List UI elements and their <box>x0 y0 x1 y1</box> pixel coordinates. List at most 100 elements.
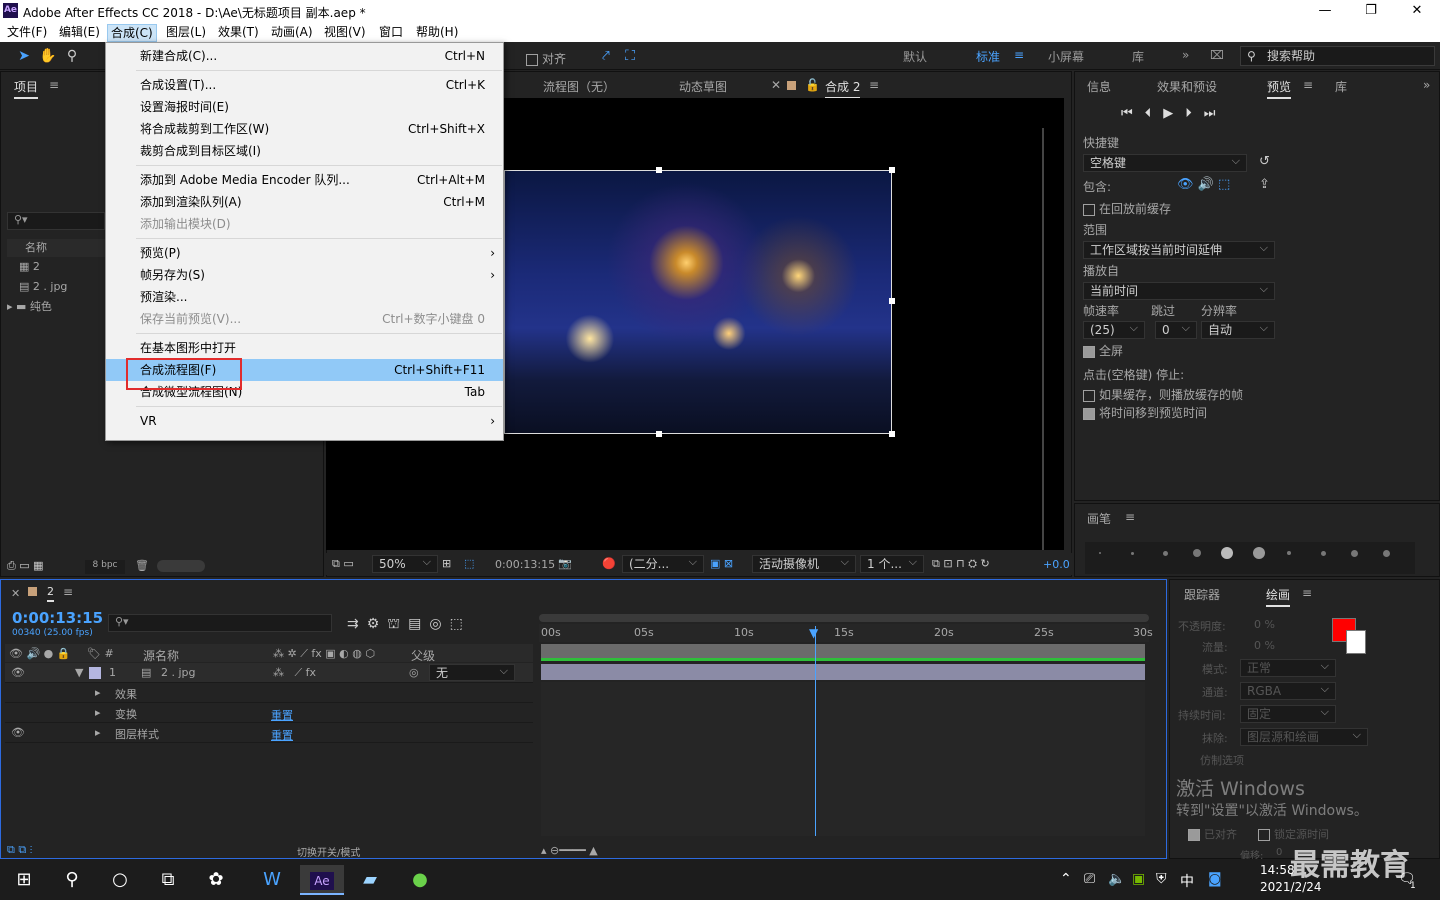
project-col-name[interactable]: 名称 <box>7 239 105 257</box>
col-parent[interactable]: 父级 <box>411 647 435 664</box>
menu-item[interactable]: 设置海报时间(E) <box>106 96 503 118</box>
reset-link[interactable]: 重置 <box>271 707 293 723</box>
notepad-icon[interactable]: ▰ <box>350 865 390 895</box>
bpc-button[interactable]: 8 bpc <box>85 560 125 574</box>
toggle-switches-modes[interactable]: 切换开关/模式 <box>297 844 360 859</box>
brush-tip[interactable] <box>1193 549 1201 557</box>
ime-indicator[interactable]: 中 <box>1180 871 1194 891</box>
expand-icon[interactable]: ▸ <box>95 706 101 719</box>
thumbnail-slider[interactable] <box>157 560 205 572</box>
menu-item[interactable]: 合成设置(T)... Ctrl+K <box>106 74 503 96</box>
layer-search-input[interactable]: ⚲▾ <box>108 614 332 632</box>
more-panels-icon[interactable]: » <box>1423 78 1430 92</box>
menu-item[interactable]: 添加到 Adobe Media Encoder 队列... Ctrl+Alt+M <box>106 169 503 191</box>
brush-menu-icon[interactable]: ≡ <box>1125 510 1135 524</box>
interpret-footage-icon[interactable]: ⎙ ▭ ▦ <box>7 559 44 573</box>
skip-select[interactable]: 0 <box>1155 320 1197 339</box>
more-workspaces-icon[interactable]: » <box>1182 48 1189 62</box>
work-area-bar[interactable] <box>541 644 1145 658</box>
workspace-default[interactable]: 默认 <box>903 48 927 65</box>
views-select[interactable]: 1 个... <box>860 554 924 573</box>
composition-image[interactable] <box>504 170 892 434</box>
timeline-switches-icon[interactable]: ⇉⚙⛫▤◎⬚ <box>347 616 471 634</box>
tab-preview[interactable]: 预览 <box>1267 78 1292 99</box>
menu-item[interactable]: 在基本图形中打开 <box>106 337 503 359</box>
visibility-icon[interactable]: 👁 <box>11 726 25 739</box>
search-icon[interactable]: ⚲ <box>52 865 92 895</box>
play-from-select[interactable]: 当前时间 <box>1083 281 1275 300</box>
workspace-library[interactable]: 库 <box>1132 48 1144 65</box>
viewer-menu-icon[interactable]: ≡ <box>869 78 879 92</box>
resolution-select[interactable]: (二分... <box>622 554 704 573</box>
layer-name[interactable]: 2 . jpg <box>161 666 196 679</box>
menu-item[interactable]: 新建合成(C)... Ctrl+N <box>106 45 503 67</box>
flow-value[interactable]: 0 % <box>1254 639 1275 652</box>
layer-row[interactable]: 👁 ▼ 1 ▤ 2 . jpg ⁂ ⟋ fx ◎ 无 <box>5 663 533 683</box>
always-preview-icon[interactable]: ⧉ ▭ <box>332 557 354 571</box>
expand-icon[interactable]: ▼ <box>75 666 83 679</box>
cortana-icon[interactable]: ○ <box>100 865 140 895</box>
security-icon[interactable]: ⛨ <box>1156 871 1167 887</box>
include-video-audio-icon[interactable]: 👁 🔊 ⬚ <box>1177 177 1230 192</box>
mask-visibility-icon[interactable]: ⬚ <box>464 557 474 570</box>
watermelon-app-icon[interactable]: ● <box>400 865 440 895</box>
menu-layer[interactable]: 图层(L) <box>163 24 209 42</box>
workspace-small-screen[interactable]: 小屏幕 <box>1048 48 1084 65</box>
layer-switches-icon[interactable]: ⁂ ⟋ fx <box>273 666 316 680</box>
brush-tip[interactable] <box>1321 551 1326 556</box>
range-select[interactable]: 工作区域按当前时间延伸 <box>1083 240 1275 259</box>
brush-tip[interactable] <box>1131 552 1134 555</box>
project-search-input[interactable]: ⚲▾ <box>7 212 105 230</box>
if-cached-checkbox[interactable]: 如果缓存，则播放缓存的帧 <box>1083 386 1243 403</box>
snap-checkbox[interactable]: 对齐 <box>526 50 566 67</box>
tab-project[interactable]: 项目 <box>14 78 39 99</box>
viewer-scrollbar[interactable] <box>1042 128 1044 550</box>
hand-tool-icon[interactable]: ✋ <box>38 46 58 66</box>
preview-menu-icon[interactable]: ≡ <box>1303 78 1313 92</box>
transform-handle[interactable] <box>889 431 895 437</box>
project-item-jpg[interactable]: ▤ 2 . jpg <box>19 280 67 293</box>
zoom-tool-icon[interactable]: ⚲ <box>62 46 82 66</box>
brush-tip[interactable] <box>1383 550 1390 557</box>
brush-tip[interactable] <box>1163 551 1168 556</box>
menu-item[interactable]: 预渲染... <box>106 286 503 308</box>
duration-select[interactable]: 固定 <box>1240 704 1336 723</box>
resolution-preview-select[interactable]: 自动 <box>1201 320 1275 339</box>
close-button[interactable]: ✕ <box>1394 0 1440 22</box>
tab-info[interactable]: 信息 <box>1087 78 1111 95</box>
project-item-comp[interactable]: ▦ 2 <box>19 260 40 273</box>
menu-effect[interactable]: 效果(T) <box>215 24 262 42</box>
brush-tip-selected[interactable] <box>1221 547 1233 559</box>
timeline-bottom-icons[interactable]: ⧉ ⧉ ⫶ <box>7 843 32 857</box>
tray-up-icon[interactable]: ⌃ <box>1060 871 1072 887</box>
snap-feature-icon[interactable]: ⛶ <box>620 46 640 66</box>
delete-icon[interactable]: 🗑 <box>135 559 149 572</box>
workspace-menu-icon[interactable]: ≡ <box>1014 48 1024 62</box>
snap-edge-icon[interactable]: ⤤ <box>596 46 616 66</box>
transform-handle[interactable] <box>656 167 662 173</box>
menu-item[interactable]: 将合成裁剪到工作区(W) Ctrl+Shift+X <box>106 118 503 140</box>
opacity-value[interactable]: 0 % <box>1254 618 1275 631</box>
background-color-swatch[interactable] <box>1346 630 1366 654</box>
timeline-menu-icon[interactable]: ≡ <box>63 585 73 599</box>
time-navigator[interactable] <box>539 614 1149 622</box>
close-timeline-icon[interactable]: ✕ <box>11 587 20 600</box>
layer-property-styles[interactable]: 👁 ▸ 图层样式 重置 <box>5 723 533 743</box>
tab-paint[interactable]: 绘画 <box>1266 586 1291 607</box>
menu-file[interactable]: 文件(F) <box>4 24 50 42</box>
fps-select[interactable]: (25) <box>1083 320 1145 339</box>
zoom-out-icon[interactable]: ▴ ⊖━━━━ ▲ <box>541 844 598 857</box>
network-icon[interactable]: ⎚ <box>1084 871 1095 887</box>
menu-composition[interactable]: 合成(C) <box>107 24 157 42</box>
viewer-timecode[interactable]: 0:00:13:15 <box>495 558 555 571</box>
shortcut-select[interactable]: 空格键 <box>1083 153 1247 172</box>
viewer-extra-icons[interactable]: ⧉ ⊡ ⊓ ⛭ ↻ <box>932 557 990 571</box>
transform-handle[interactable] <box>889 167 895 173</box>
erase-select[interactable]: 图层源和绘画 <box>1240 727 1368 746</box>
paint-menu-icon[interactable]: ≡ <box>1302 586 1312 600</box>
roi-icon[interactable]: ▣ ⊠ <box>710 557 733 570</box>
channel-select[interactable]: RGBA <box>1240 681 1336 700</box>
pinwheel-app-icon[interactable]: ✿ <box>196 865 236 895</box>
brush-tip[interactable] <box>1287 551 1291 555</box>
lock-icon[interactable]: 🔓 <box>805 78 820 92</box>
